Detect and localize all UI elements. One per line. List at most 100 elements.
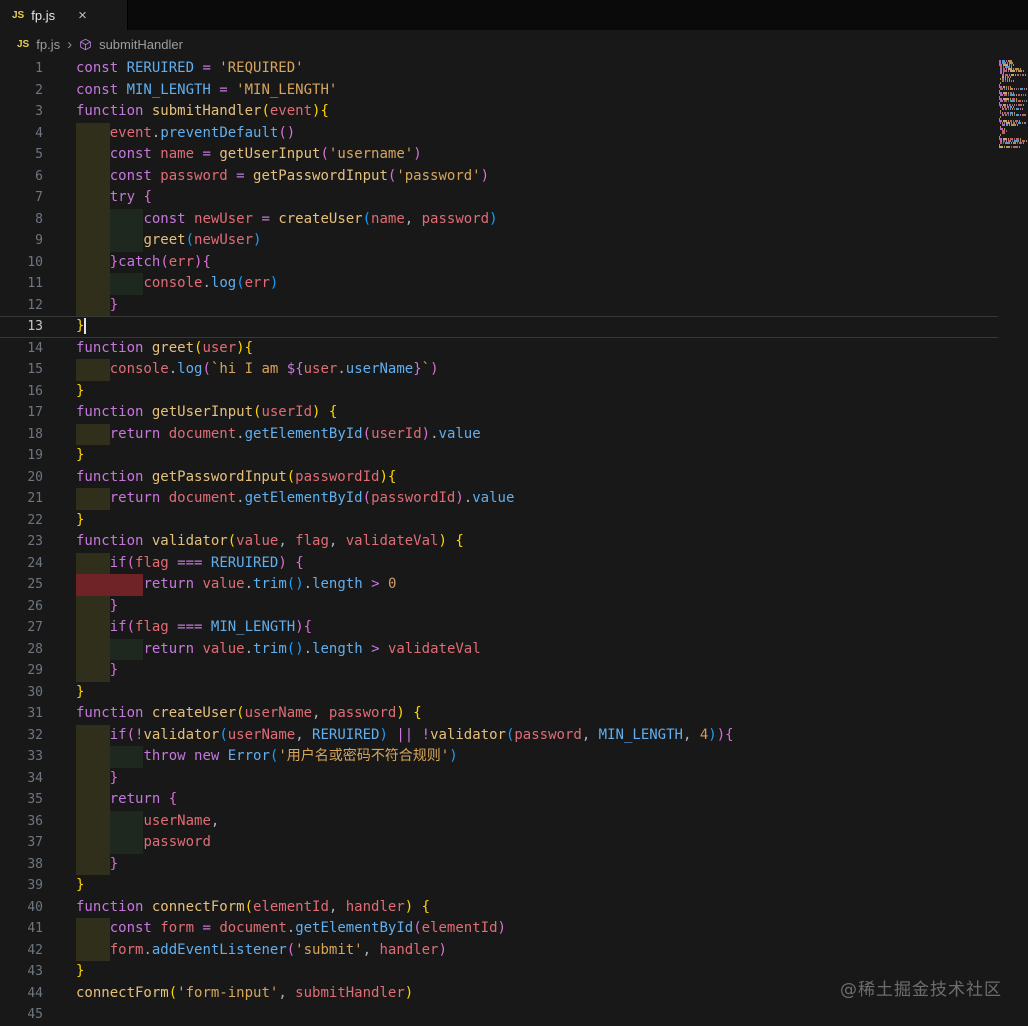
code-line[interactable]: 45 xyxy=(0,1004,998,1026)
line-content: function createUser(userName, password) … xyxy=(76,705,422,721)
code-line[interactable]: 15 console.log(`hi I am ${user.userName}… xyxy=(0,359,998,381)
code-line[interactable]: 22} xyxy=(0,510,998,532)
code-line[interactable]: 9 greet(newUser) xyxy=(0,230,998,252)
symbol-method-icon xyxy=(79,38,92,51)
code-line[interactable]: 26 } xyxy=(0,595,998,617)
line-number: 27 xyxy=(27,620,43,635)
code-line[interactable]: 7 try { xyxy=(0,187,998,209)
line-content: const password = getPasswordInput('passw… xyxy=(76,165,489,187)
line-number: 22 xyxy=(27,512,43,528)
line-number: 19 xyxy=(27,448,43,463)
minimap[interactable] xyxy=(999,60,1027,150)
code-line[interactable]: 16} xyxy=(0,381,998,403)
code-line[interactable]: 37 password xyxy=(0,832,998,854)
code-line[interactable]: 18 return document.getElementById(userId… xyxy=(0,423,998,445)
minimap-line xyxy=(999,148,1027,150)
line-number: 40 xyxy=(27,899,43,915)
code-line[interactable]: 3 function submitHandler(event){ xyxy=(0,101,998,123)
line-number: 13 xyxy=(27,319,43,334)
code-line[interactable]: 40 function connectForm(elementId, handle… xyxy=(0,897,998,919)
line-number: 29 xyxy=(27,663,43,678)
line-content: function connectForm(elementId, handler)… xyxy=(76,898,431,915)
code-line[interactable]: 1 const RERUIRED = 'REQUIRED' xyxy=(0,58,998,80)
line-number: 25 xyxy=(27,577,43,592)
code-line[interactable]: 41 const form = document.getElementById(… xyxy=(0,918,998,940)
line-number: 18 xyxy=(27,426,43,442)
line-number: 6 xyxy=(35,168,43,184)
line-content: if(flag === RERUIRED) { xyxy=(76,552,304,574)
code-line[interactable]: 36 userName, xyxy=(0,810,998,832)
code-line[interactable]: 6 const password = getPasswordInput('pas… xyxy=(0,165,998,187)
close-tab-icon[interactable]: × xyxy=(78,8,87,23)
line-content: const name = getUserInput('username') xyxy=(76,144,422,166)
code-line[interactable]: 39} xyxy=(0,875,998,897)
code-line[interactable]: 2 const MIN_LENGTH = 'MIN_LENGTH' xyxy=(0,80,998,102)
line-number: 41 xyxy=(27,921,43,936)
code-line[interactable]: 30} xyxy=(0,682,998,704)
line-number: 35 xyxy=(27,792,43,807)
code-line[interactable]: 42 form.addEventListener('submit', handl… xyxy=(0,939,998,961)
line-number: 33 xyxy=(27,749,43,764)
code-line[interactable]: 5 const name = getUserInput('username') xyxy=(0,144,998,166)
code-line[interactable]: 27 if(flag === MIN_LENGTH){ xyxy=(0,617,998,639)
javascript-file-icon: JS xyxy=(12,9,25,21)
code-line[interactable]: 13} xyxy=(0,316,998,338)
line-number: 1 xyxy=(35,61,43,76)
line-content: } xyxy=(76,767,118,789)
code-lines[interactable]: 1 const RERUIRED = 'REQUIRED' 2 const MIN_L… xyxy=(0,58,998,1026)
line-number: 28 xyxy=(27,641,43,657)
code-line[interactable]: 19} xyxy=(0,445,998,467)
code-line[interactable]: 31 function createUser(userName, password… xyxy=(0,703,998,725)
code-line[interactable]: 14 function greet(user){ xyxy=(0,338,998,360)
minimap-line xyxy=(999,94,1027,96)
code-line[interactable]: 35 return { xyxy=(0,789,998,811)
code-line[interactable]: 23 function validator(value, flag, valida… xyxy=(0,531,998,553)
line-number: 36 xyxy=(27,813,43,829)
line-content: event.preventDefault() xyxy=(76,122,295,144)
code-line[interactable]: 4 event.preventDefault() xyxy=(0,122,998,144)
code-line[interactable]: 32 if(!validator(userName, RERUIRED) || … xyxy=(0,724,998,746)
code-line[interactable]: 24 if(flag === RERUIRED) { xyxy=(0,552,998,574)
minimap-line xyxy=(999,108,1027,110)
line-content: } xyxy=(76,318,87,334)
line-number: 3 xyxy=(35,104,43,119)
line-number: 4 xyxy=(35,125,43,141)
line-content: form.addEventListener('submit', handler) xyxy=(76,939,447,961)
line-content: function getUserInput(userId) { xyxy=(76,404,338,420)
line-number: 5 xyxy=(35,147,43,162)
breadcrumb-symbol[interactable]: submitHandler xyxy=(99,37,183,52)
line-number: 2 xyxy=(35,82,43,98)
line-number: 21 xyxy=(27,491,43,506)
line-content: } xyxy=(76,595,118,617)
line-number: 14 xyxy=(27,340,43,356)
code-line[interactable]: 10 }catch(err){ xyxy=(0,251,998,273)
breadcrumb-file[interactable]: fp.js xyxy=(36,37,60,52)
code-line[interactable]: 21 return document.getElementById(passwo… xyxy=(0,488,998,510)
code-line[interactable]: 17 function getUserInput(userId) { xyxy=(0,402,998,424)
code-line[interactable]: 33 throw new Error('用户名或密码不符合规则') xyxy=(0,746,998,768)
line-number: 12 xyxy=(27,297,43,313)
code-line[interactable]: 11 console.log(err) xyxy=(0,273,998,295)
code-line[interactable]: 12 } xyxy=(0,294,998,316)
line-number: 43 xyxy=(27,964,43,979)
line-number: 34 xyxy=(27,770,43,786)
code-line[interactable]: 20 function getPasswordInput(passwordId){ xyxy=(0,467,998,489)
line-content: } xyxy=(76,877,85,893)
line-number: 10 xyxy=(27,254,43,270)
line-content: } xyxy=(76,382,85,399)
tab-fpjs[interactable]: JS fp.js × xyxy=(0,0,128,30)
line-number: 11 xyxy=(27,276,43,291)
line-number: 31 xyxy=(27,706,43,721)
code-line[interactable]: 8 const newUser = createUser(name, passw… xyxy=(0,208,998,230)
code-line[interactable]: 25 return value.trim().length > 0 xyxy=(0,574,998,596)
line-number: 30 xyxy=(27,684,43,700)
code-line[interactable]: 28 return value.trim().length > validate… xyxy=(0,638,998,660)
line-content: function greet(user){ xyxy=(76,339,254,356)
line-content: throw new Error('用户名或密码不符合规则') xyxy=(76,746,458,768)
code-line[interactable]: 38 } xyxy=(0,853,998,875)
code-line[interactable]: 34 } xyxy=(0,767,998,789)
line-content: if(!validator(userName, RERUIRED) || !va… xyxy=(76,724,734,746)
breadcrumb: JS fp.js › submitHandler xyxy=(0,30,1028,58)
code-line[interactable]: 29 } xyxy=(0,660,998,682)
minimap-line xyxy=(999,100,1027,102)
